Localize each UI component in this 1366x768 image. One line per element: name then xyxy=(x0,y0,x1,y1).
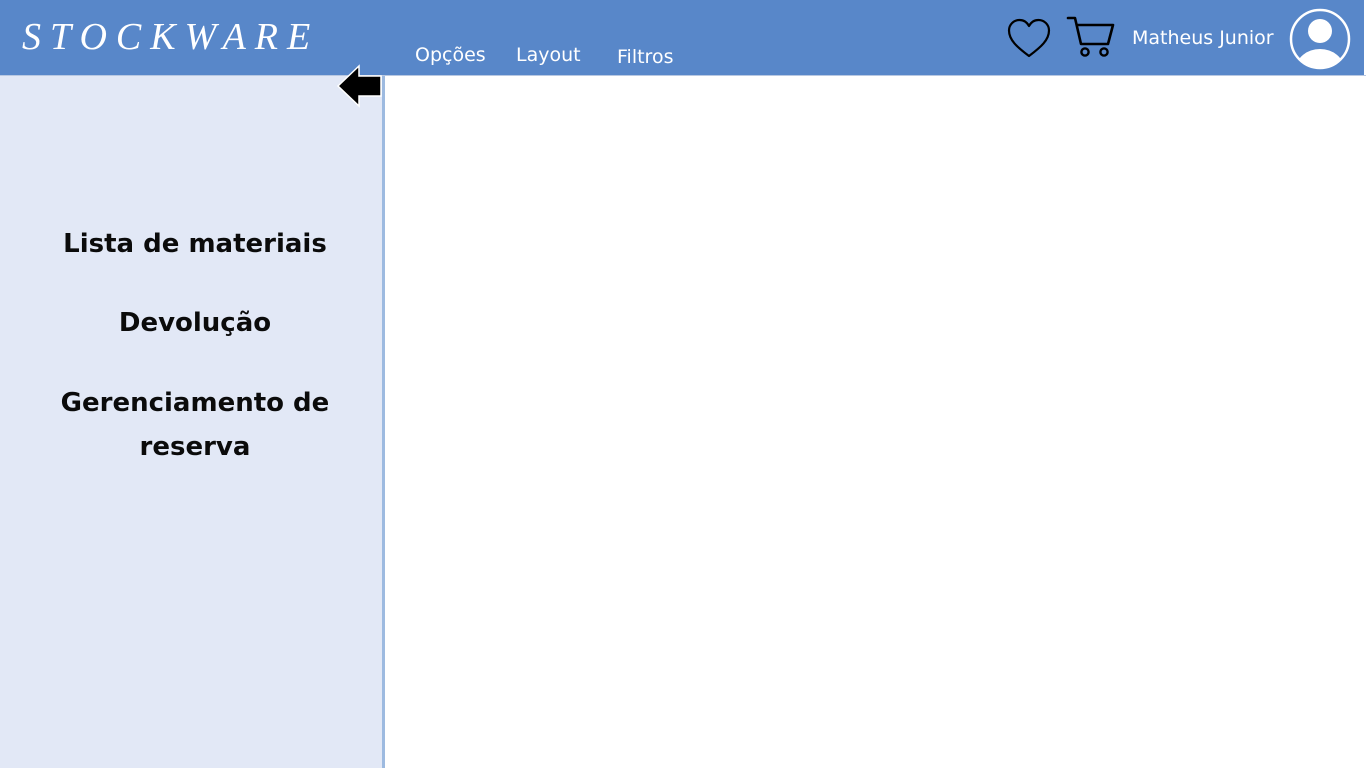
sidebar-item-lista-de-materiais[interactable]: Lista de materiais xyxy=(20,222,370,266)
sidebar-item-devolucao[interactable]: Devolução xyxy=(20,301,370,345)
cart-icon[interactable] xyxy=(1066,14,1116,60)
nav-opcoes[interactable]: Opções xyxy=(415,44,486,66)
sidebar: Lista de materiais Devolução Gerenciamen… xyxy=(0,76,381,768)
main-content-area xyxy=(386,76,1366,768)
user-name[interactable]: Matheus Junior xyxy=(1132,27,1274,49)
app-logo[interactable]: STOCKWARE xyxy=(22,15,319,59)
nav-layout[interactable]: Layout xyxy=(516,44,581,66)
user-avatar-icon[interactable] xyxy=(1288,7,1352,71)
heart-icon[interactable] xyxy=(1006,17,1052,59)
sidebar-item-gerenciamento-de-reserva[interactable]: Gerenciamento de reserva xyxy=(20,381,370,469)
top-bar: STOCKWARE Opções Layout Filtros Matheus … xyxy=(0,0,1364,75)
arrow-left-icon[interactable] xyxy=(336,64,382,108)
nav-filtros[interactable]: Filtros xyxy=(617,46,673,68)
